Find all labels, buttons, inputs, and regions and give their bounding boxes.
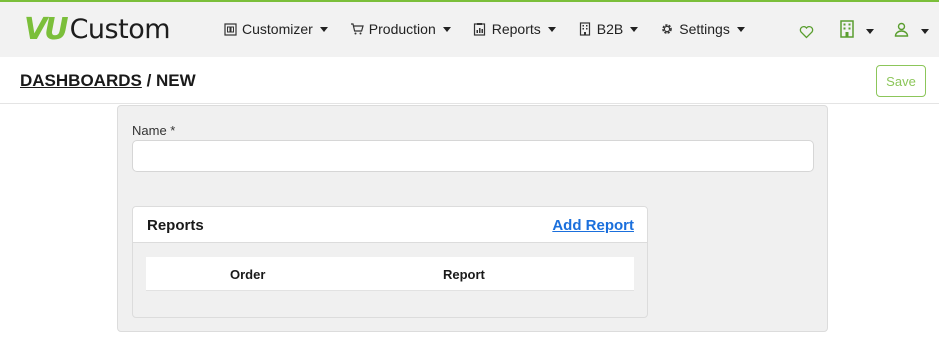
nav-settings[interactable]: Settings [660, 21, 745, 37]
chevron-down-icon [921, 29, 929, 34]
nav-customizer[interactable]: Customizer [223, 21, 328, 37]
nav-customizer-label: Customizer [242, 21, 313, 37]
column-header-order[interactable]: Order [230, 267, 265, 282]
dashboard-form-card: Name * Reports Add Report Order Report [117, 105, 828, 332]
top-navbar: VU Custom Customizer Production Reports [0, 0, 939, 57]
nav-settings-label: Settings [679, 21, 730, 37]
building-icon [578, 22, 592, 36]
chevron-down-icon [442, 26, 451, 32]
nav-b2b-label: B2B [596, 21, 624, 37]
reports-title: Reports [147, 217, 204, 234]
logo-mark: VU [24, 11, 69, 47]
chevron-down-icon [736, 26, 745, 32]
cart-icon [350, 22, 364, 36]
chevron-down-icon [866, 29, 874, 34]
reports-panel: Reports Add Report Order Report [132, 206, 648, 318]
heart-icon[interactable] [799, 25, 814, 39]
add-report-link[interactable]: Add Report [552, 217, 634, 234]
gear-icon [660, 22, 674, 36]
breadcrumb-separator: / [141, 71, 157, 90]
brand-logo[interactable]: VU Custom [24, 11, 171, 47]
page-header: DASHBOARDS / NEW Save [0, 57, 939, 104]
clipboard-chart-icon [473, 22, 487, 36]
user-icon [894, 22, 909, 42]
breadcrumb-dashboards-link[interactable]: DASHBOARDS [20, 71, 142, 90]
breadcrumb: DASHBOARDS / NEW [20, 71, 196, 91]
chevron-down-icon [630, 26, 639, 32]
nav-reports-label: Reports [491, 21, 541, 37]
name-input[interactable] [132, 140, 814, 172]
grid-box-icon [223, 22, 237, 36]
reports-panel-header: Reports Add Report [133, 207, 647, 243]
reports-table-header: Order Report [146, 257, 634, 291]
name-label: Name * [132, 123, 176, 138]
logo-text: Custom [69, 13, 171, 45]
nav-b2b[interactable]: B2B [578, 21, 639, 37]
nav-production-label: Production [368, 21, 436, 37]
main-nav: Customizer Production Reports B2B Settin… [223, 21, 745, 37]
building-icon [840, 20, 854, 43]
nav-production[interactable]: Production [350, 21, 451, 37]
chevron-down-icon [547, 26, 556, 32]
user-menu[interactable] [894, 22, 929, 42]
column-header-report[interactable]: Report [443, 267, 485, 282]
breadcrumb-current: NEW [156, 71, 196, 90]
company-switcher[interactable] [840, 20, 874, 43]
nav-reports[interactable]: Reports [473, 21, 556, 37]
navbar-right-icons [799, 20, 929, 43]
save-button[interactable]: Save [876, 65, 926, 97]
chevron-down-icon [319, 26, 328, 32]
